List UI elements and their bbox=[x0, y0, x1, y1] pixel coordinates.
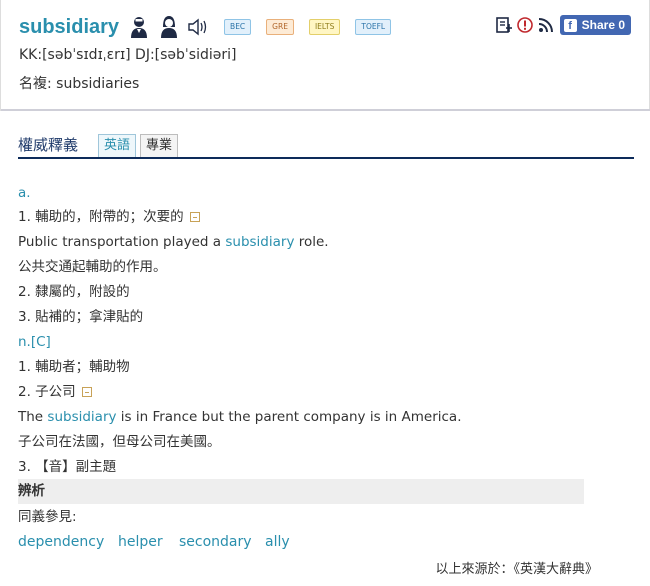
sense-item: 1. 輔助的，附帶的；次要的 bbox=[18, 207, 200, 227]
tag-bec[interactable]: BEC bbox=[224, 19, 252, 35]
headword: subsidiary bbox=[19, 15, 120, 38]
plural-form: 名複: subsidiaries bbox=[19, 76, 140, 92]
example-text: The bbox=[18, 409, 48, 425]
example-text: Public transportation played a bbox=[18, 234, 226, 250]
share-label: Share 0 bbox=[581, 18, 625, 32]
phonetic: KK:[səbˈsɪdɪˌɛrɪ] DJ:[səbˈsidiəri] bbox=[19, 47, 237, 63]
pos-adjective: a. bbox=[18, 185, 31, 201]
tab-english[interactable]: 英語 bbox=[98, 134, 137, 158]
sense-item: 3. 【音】副主題 bbox=[18, 459, 117, 475]
example-translation: 子公司在法國，但母公司在美國。 bbox=[18, 434, 221, 450]
headword-row: subsidiary BEC GRE IELTS TOEFL bbox=[19, 13, 392, 41]
male-voice-icon[interactable] bbox=[129, 15, 149, 39]
example-text: role. bbox=[294, 234, 329, 250]
tab-underline bbox=[18, 157, 634, 159]
word-header: subsidiary BEC GRE IELTS TOEFL f Share 0… bbox=[0, 0, 650, 111]
header-divider bbox=[1, 109, 650, 111]
definition-tabs: 權威釋義 英語 專業 bbox=[18, 134, 634, 160]
section-title: 權威釋義 bbox=[18, 136, 79, 154]
pos-noun: n.[C] bbox=[18, 334, 51, 350]
example-translation: 公共交通起輔助的作用。 bbox=[18, 259, 167, 275]
facebook-icon: f bbox=[563, 18, 577, 32]
sense-item: 2. 子公司 bbox=[18, 382, 92, 402]
example-keyword: subsidiary bbox=[47, 409, 117, 425]
synonym-link[interactable]: secondary bbox=[179, 532, 252, 552]
speaker-icon[interactable] bbox=[187, 17, 209, 37]
wordbook-icon[interactable] bbox=[495, 16, 513, 34]
tag-ielts[interactable]: IELTS bbox=[308, 19, 341, 35]
toolbar: f Share 0 bbox=[492, 15, 631, 35]
sense-text: 1. 輔助的，附帶的；次要的 bbox=[18, 209, 184, 225]
example-sentence: Public transportation played a subsidiar… bbox=[18, 232, 329, 252]
source-attribution: 以上來源於：《英漢大辭典》 bbox=[435, 562, 598, 577]
collapse-icon[interactable] bbox=[189, 212, 200, 222]
sense-text: 2. 子公司 bbox=[18, 384, 76, 400]
sense-item: 2. 隸屬的，附設的 bbox=[18, 284, 130, 300]
example-text: is in France but the parent company is i… bbox=[116, 409, 462, 425]
analysis-heading: 辨析 bbox=[18, 479, 584, 504]
synonym-label: 同義參見: bbox=[18, 509, 77, 525]
rss-icon[interactable] bbox=[537, 16, 555, 34]
example-sentence: The subsidiary is in France but the pare… bbox=[18, 407, 462, 427]
tab-professional[interactable]: 專業 bbox=[140, 134, 179, 158]
sense-item: 3. 貼補的；拿津貼的 bbox=[18, 309, 144, 325]
synonym-link[interactable]: ally bbox=[265, 532, 290, 552]
example-keyword: subsidiary bbox=[225, 234, 295, 250]
sense-item: 1. 輔助者；輔助物 bbox=[18, 359, 130, 375]
facebook-share-button[interactable]: f Share 0 bbox=[559, 15, 631, 35]
synonym-link[interactable]: dependency bbox=[18, 532, 104, 552]
tag-toefl[interactable]: TOEFL bbox=[355, 19, 392, 35]
female-voice-icon[interactable] bbox=[159, 15, 179, 39]
synonym-link[interactable]: helper bbox=[118, 532, 163, 552]
tag-gre[interactable]: GRE bbox=[266, 19, 294, 35]
collapse-icon[interactable] bbox=[81, 387, 92, 397]
report-icon[interactable] bbox=[516, 16, 534, 34]
